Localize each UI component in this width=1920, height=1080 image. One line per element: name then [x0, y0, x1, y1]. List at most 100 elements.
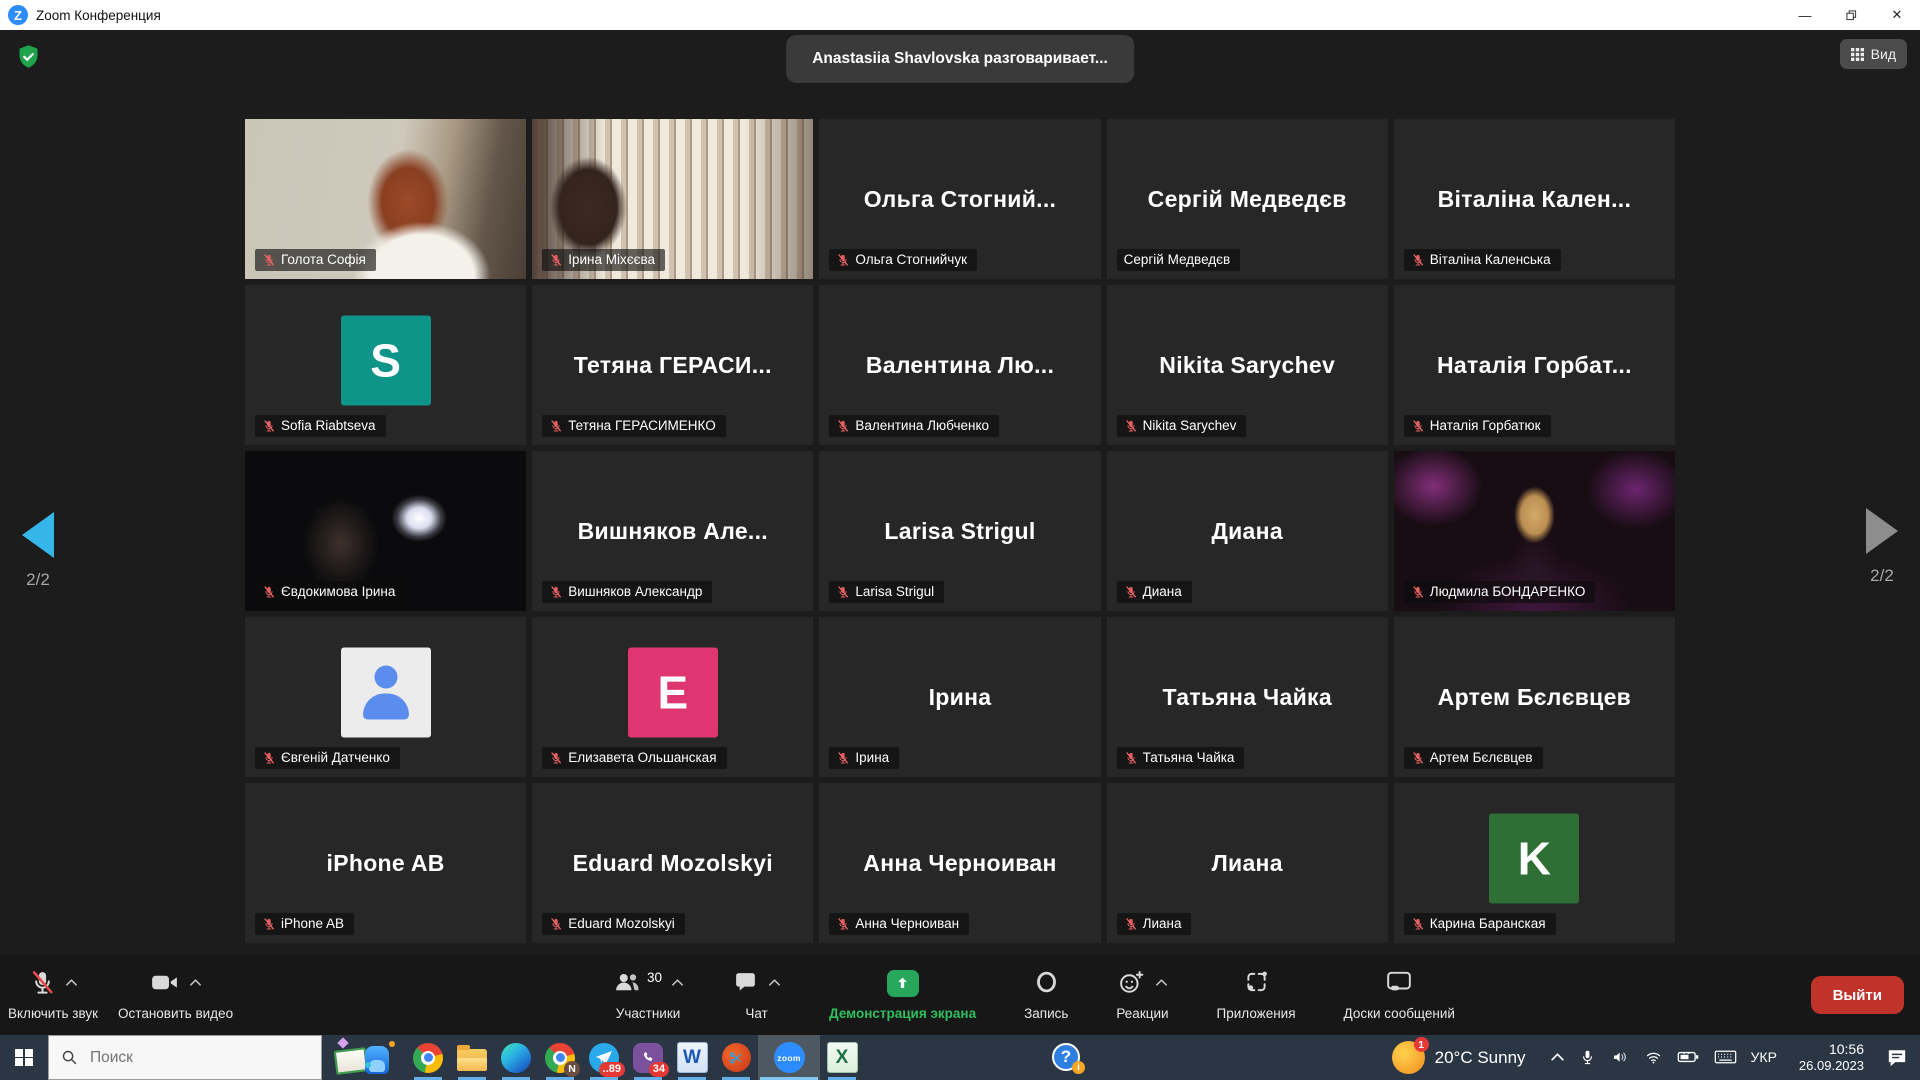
weather-text: 20°C Sunny	[1435, 1048, 1526, 1068]
participant-tile[interactable]: Ірина Міхєєва	[532, 119, 813, 279]
participant-name-badge: Вишняков Александр	[542, 581, 712, 603]
taskbar-app-help[interactable]: ? i	[1052, 1043, 1082, 1073]
participant-tile[interactable]: Вишняков Але...Вишняков Александр	[532, 451, 813, 611]
participant-tile[interactable]: Євгеній Датченко	[245, 617, 526, 777]
muted-mic-icon	[1411, 253, 1425, 267]
hidden-icons-chevron[interactable]	[1550, 1052, 1565, 1062]
participant-tile[interactable]: iPhone ABiPhone AB	[245, 783, 526, 943]
participant-tile[interactable]: Nikita SarychevNikita Sarychev	[1107, 285, 1388, 445]
muted-mic-icon	[549, 917, 563, 931]
toolbar-button-label: Участники	[616, 1006, 681, 1021]
keyboard-language[interactable]: УКР	[1751, 1049, 1777, 1065]
participant-tile[interactable]: Ольга Стогний...Ольга Стогнийчук	[819, 119, 1100, 279]
taskbar-search[interactable]	[48, 1035, 322, 1080]
participant-name: Диана	[1143, 584, 1182, 599]
keyboard-tray-icon[interactable]	[1714, 1049, 1737, 1065]
participant-tile[interactable]: Голота Софія	[245, 119, 526, 279]
participant-tile[interactable]: Наталія Горбат...Наталія Горбатюк	[1394, 285, 1675, 445]
participant-name-badge: Sofia Riabtseva	[255, 415, 386, 437]
start-button[interactable]	[0, 1035, 48, 1080]
close-button[interactable]: ✕	[1874, 0, 1920, 30]
participant-tile[interactable]: Валентина Лю...Валентина Любченко	[819, 285, 1100, 445]
chevron-up-icon[interactable]	[768, 978, 781, 987]
microphone-tray-icon[interactable]	[1579, 1048, 1596, 1067]
taskbar-app-telegram[interactable]: ..89	[582, 1035, 626, 1080]
weather-widget[interactable]: 1 20°C Sunny	[1392, 1041, 1526, 1074]
security-shield-icon[interactable]	[15, 43, 42, 75]
participant-tile[interactable]: ДианаДиана	[1107, 451, 1388, 611]
wifi-tray-icon[interactable]	[1644, 1049, 1663, 1066]
taskbar-app-education-highlight[interactable]	[322, 1035, 406, 1080]
toolbar-button-share[interactable]: Демонстрация экрана	[829, 955, 976, 1035]
view-button[interactable]: Вид	[1840, 39, 1907, 69]
taskbar-app-chrome[interactable]	[406, 1035, 450, 1080]
participant-tile[interactable]: Анна ЧерноиванАнна Черноиван	[819, 783, 1100, 943]
toolbar-button-reactions[interactable]: Реакции	[1116, 955, 1168, 1035]
muted-mic-icon	[1124, 419, 1138, 433]
participant-tile[interactable]: Сергій МедведєвСергій Медведєв	[1107, 119, 1388, 279]
taskbar-app-file-explorer[interactable]	[450, 1035, 494, 1080]
participant-tile[interactable]: SSofia Riabtseva	[245, 285, 526, 445]
tray-date: 26.09.2023	[1799, 1058, 1864, 1075]
participant-name-badge: Валентина Любченко	[829, 415, 999, 437]
view-button-label: Вид	[1871, 46, 1896, 62]
avatar: E	[628, 648, 718, 738]
toolbar-button-stop-video[interactable]: Остановить видео	[118, 955, 233, 1035]
toolbar-button-label: Включить звук	[8, 1006, 98, 1021]
next-page-control[interactable]: 2/2	[1854, 508, 1910, 586]
toolbar-button-whiteboard[interactable]: Доски сообщений	[1344, 955, 1455, 1035]
minimize-button[interactable]: —	[1782, 0, 1828, 30]
previous-page-control[interactable]: 2/2	[10, 512, 66, 590]
participant-name: Ірина Міхєєва	[568, 252, 655, 267]
participant-tile[interactable]: Євдокимова Ірина	[245, 451, 526, 611]
chevron-up-icon[interactable]	[189, 978, 202, 987]
participant-tile[interactable]: ЛианаЛиана	[1107, 783, 1388, 943]
taskbar-app-excel[interactable]: X	[820, 1035, 864, 1080]
muted-mic-icon	[836, 585, 850, 599]
taskbar-clock[interactable]: 10:56 26.09.2023	[1799, 1040, 1864, 1075]
chevron-up-icon[interactable]	[1155, 978, 1168, 987]
taskbar-app-screenshot-tool[interactable]	[714, 1035, 758, 1080]
chrome-icon	[413, 1043, 443, 1073]
participant-tile[interactable]: EЕлизавета Ольшанская	[532, 617, 813, 777]
chat-icon	[732, 970, 759, 998]
person-icon	[358, 666, 414, 720]
toolbar-button-chat[interactable]: Чат	[732, 955, 781, 1035]
notification-center-icon[interactable]	[1886, 1048, 1908, 1068]
restore-button[interactable]	[1828, 0, 1874, 30]
camera-icon	[149, 969, 180, 999]
participant-name-badge: Євдокимова Ірина	[255, 581, 405, 603]
muted-mic-icon	[549, 585, 563, 599]
chevron-up-icon[interactable]	[671, 978, 684, 987]
participant-tile[interactable]: Татьяна ЧайкаТатьяна Чайка	[1107, 617, 1388, 777]
participant-tile[interactable]: Людмила БОНДАРЕНКО	[1394, 451, 1675, 611]
taskbar-app-edge[interactable]	[494, 1035, 538, 1080]
battery-tray-icon[interactable]	[1677, 1049, 1700, 1065]
participant-tile[interactable]: Тетяна ГЕРАСИ...Тетяна ГЕРАСИМЕНКО	[532, 285, 813, 445]
taskbar-app-viber[interactable]: 34	[626, 1035, 670, 1080]
taskbar-app-chrome-profile[interactable]: N	[538, 1035, 582, 1080]
participant-name: Віталіна Каленська	[1430, 252, 1551, 267]
participant-name-badge: Артем Бєлєвцев	[1404, 747, 1543, 769]
participant-name-badge: Євгеній Датченко	[255, 747, 400, 769]
toolbar-button-record[interactable]: Запись	[1024, 955, 1068, 1035]
toolbar-button-participants[interactable]: 30Участники	[612, 955, 684, 1035]
weather-sun-icon: 1	[1392, 1041, 1425, 1074]
volume-tray-icon[interactable]	[1610, 1048, 1630, 1066]
participant-tile[interactable]: KКарина Баранская	[1394, 783, 1675, 943]
participant-tile[interactable]: Віталіна Кален...Віталіна Каленська	[1394, 119, 1675, 279]
participant-tile[interactable]: Larisa StrigulLarisa Strigul	[819, 451, 1100, 611]
chevron-up-icon[interactable]	[65, 978, 78, 987]
previous-page-arrow-icon[interactable]	[22, 512, 54, 558]
next-page-arrow-icon[interactable]	[1866, 508, 1898, 554]
toolbar-button-unmute[interactable]: Включить звук	[8, 955, 98, 1035]
participant-tile[interactable]: ІринаІрина	[819, 617, 1100, 777]
toolbar-button-apps[interactable]: Приложения	[1217, 955, 1296, 1035]
taskbar-app-word[interactable]: W	[670, 1035, 714, 1080]
taskbar-app-zoom[interactable]: zoom	[758, 1035, 820, 1080]
participant-name-badge: Наталія Горбатюк	[1404, 415, 1551, 437]
search-input[interactable]	[88, 1048, 272, 1068]
participant-tile[interactable]: Eduard MozolskyiEduard Mozolskyi	[532, 783, 813, 943]
participant-tile[interactable]: Артем БєлєвцевАртем Бєлєвцев	[1394, 617, 1675, 777]
leave-button[interactable]: Выйти	[1811, 976, 1904, 1014]
